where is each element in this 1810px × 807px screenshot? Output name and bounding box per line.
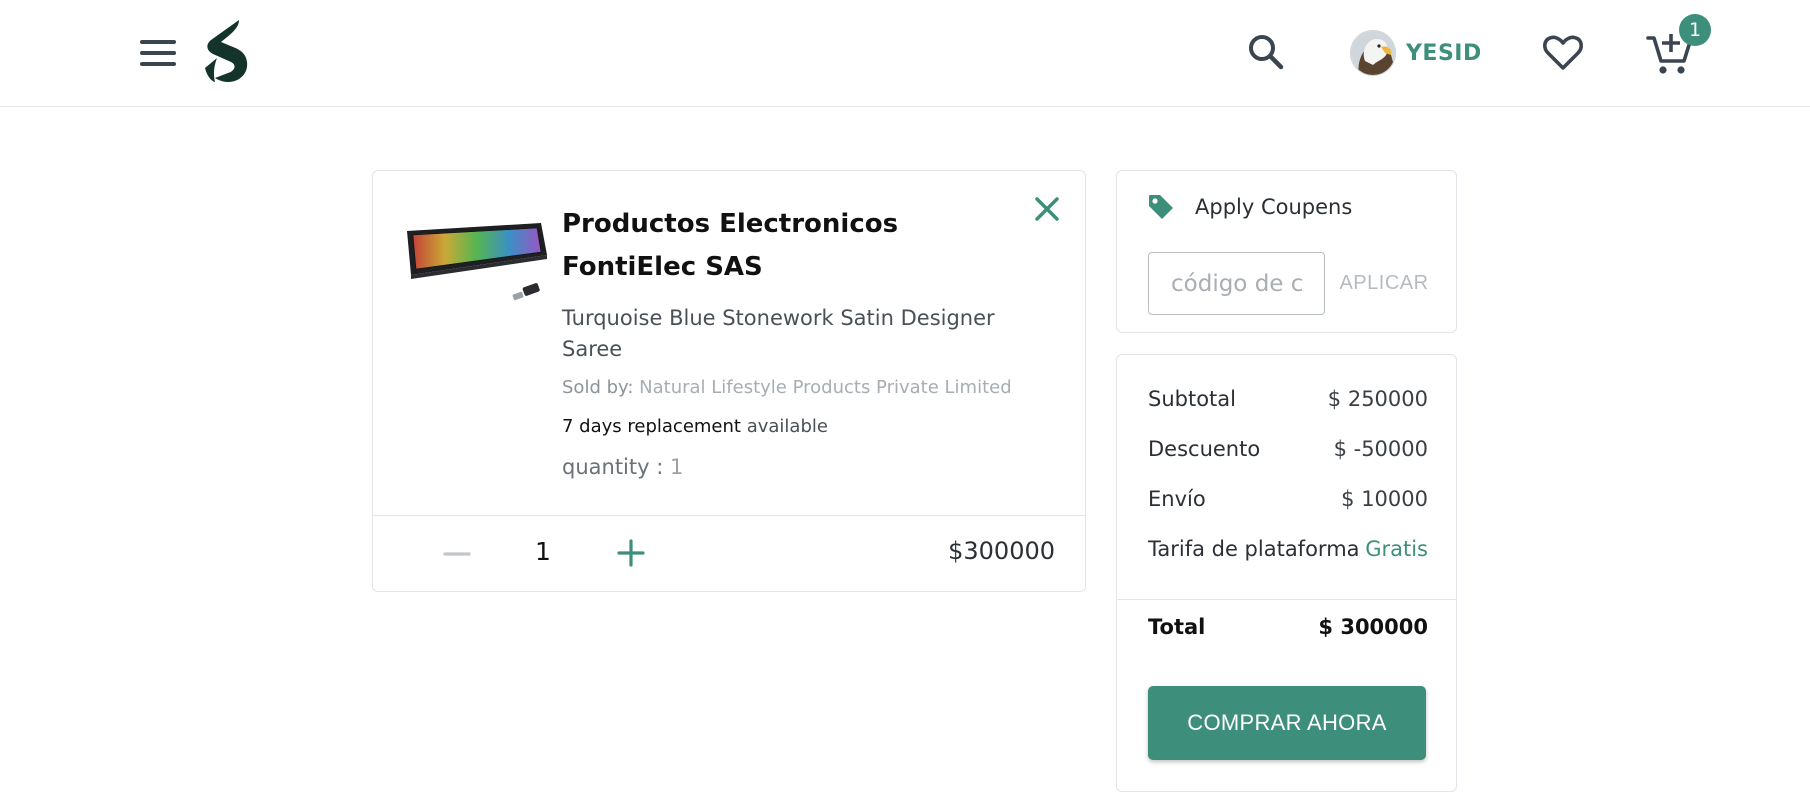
total-value: $ 300000 [1318, 615, 1428, 639]
quantity-info: quantity : 1 [562, 455, 683, 479]
buy-now-button[interactable]: COMPRAR AHORA [1148, 686, 1426, 760]
quantity-label: quantity : [562, 455, 664, 479]
tag-icon [1149, 195, 1173, 219]
hamburger-menu-icon[interactable] [136, 36, 180, 70]
heart-icon[interactable] [1540, 30, 1586, 76]
replacement-label: 7 days replacement [562, 416, 741, 437]
apply-coupon-button[interactable]: APLICAR [1329, 252, 1439, 315]
summary-row-discount: Descuento $ -50000 [1148, 437, 1428, 461]
coupon-title: Apply Coupens [1195, 195, 1353, 219]
summary-total: Total $ 300000 [1148, 615, 1428, 639]
sold-by: Sold by: Natural Lifestyle Products Priv… [562, 377, 1012, 398]
replacement-policy: 7 days replacement available [562, 416, 828, 437]
sold-by-label: Sold by: [562, 377, 634, 398]
order-summary-card: Subtotal $ 250000 Descuento $ -50000 Env… [1116, 354, 1457, 792]
total-label: Total [1148, 615, 1206, 639]
summary-value: $ 250000 [1327, 387, 1428, 411]
user-name: YESID [1406, 40, 1482, 66]
summary-label: Subtotal [1148, 387, 1236, 411]
item-footer: 1 $300000 [373, 515, 1085, 591]
summary-label: Tarifa de plataforma [1148, 537, 1360, 561]
seller-name: Natural Lifestyle Products Private Limit… [639, 377, 1012, 398]
coupon-code-input[interactable] [1148, 252, 1325, 315]
summary-value: $ 10000 [1341, 487, 1428, 511]
summary-value: Gratis [1365, 537, 1428, 561]
item-price: $300000 [948, 537, 1055, 565]
quantity-stepper-value: 1 [535, 537, 551, 566]
summary-value: $ -50000 [1333, 437, 1428, 461]
top-header: YESID 1 [0, 0, 1810, 107]
user-profile[interactable]: YESID [1350, 28, 1482, 78]
summary-row-shipping: Envío $ 10000 [1148, 487, 1428, 511]
avatar [1350, 30, 1396, 76]
plus-icon[interactable] [613, 535, 649, 571]
summary-divider [1117, 599, 1456, 600]
coupon-card: Apply Coupens APLICAR [1116, 170, 1457, 333]
summary-row-platform-fee: Tarifa de plataforma Gratis [1148, 537, 1428, 561]
product-title: Productos Electronicos FontiElec SAS [562, 209, 899, 282]
quantity-value: 1 [670, 455, 684, 479]
minus-icon[interactable] [439, 536, 475, 572]
cart-item-card: Productos Electronicos FontiElec SAS Tur… [372, 170, 1086, 592]
search-icon[interactable] [1244, 30, 1288, 74]
cart-count-badge: 1 [1679, 14, 1711, 46]
product-image[interactable] [403, 219, 551, 311]
close-icon[interactable] [1029, 191, 1065, 227]
product-subtitle: Turquoise Blue Stonework Satin Designer … [562, 306, 995, 361]
summary-label: Descuento [1148, 437, 1261, 461]
summary-row-subtotal: Subtotal $ 250000 [1148, 387, 1428, 411]
brand-logo[interactable] [201, 18, 251, 86]
replacement-suffix: available [746, 416, 828, 437]
summary-label: Envío [1148, 487, 1206, 511]
